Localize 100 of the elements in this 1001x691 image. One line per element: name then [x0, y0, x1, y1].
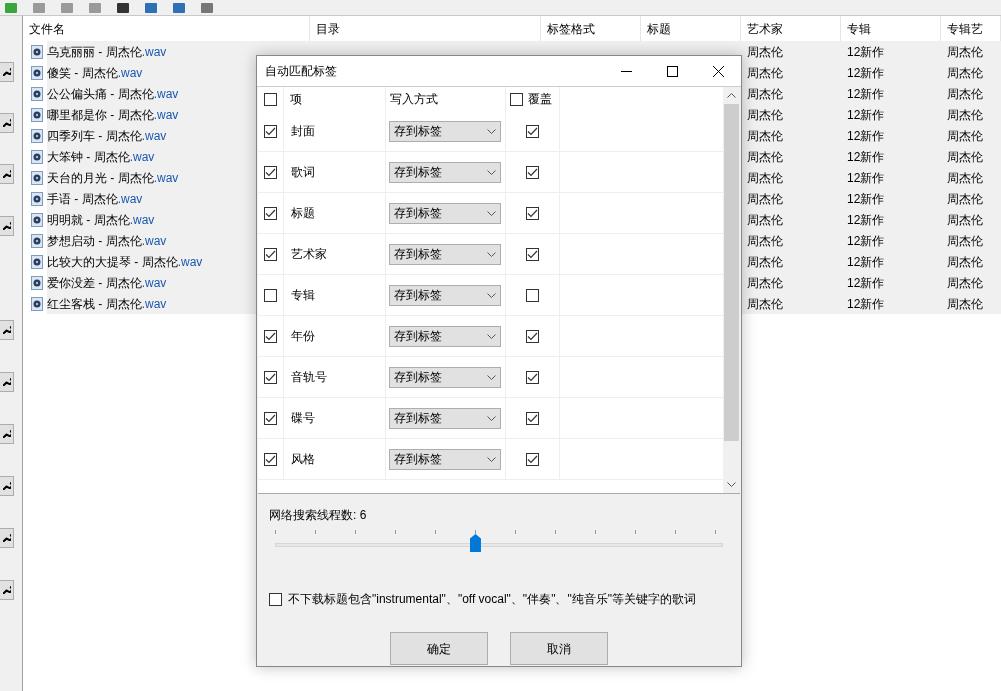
table-cell-text: 12新作: [847, 274, 885, 292]
write-mode-dropdown[interactable]: 存到标签: [389, 161, 501, 183]
wrench-button[interactable]: [0, 62, 14, 82]
table-cell-text: 周杰伦: [747, 43, 783, 61]
audio-file-icon: [31, 275, 43, 290]
wrench-button[interactable]: [0, 164, 14, 184]
checkbox[interactable]: [264, 288, 277, 302]
checkbox[interactable]: [526, 124, 539, 138]
table-cell-text: 周杰伦: [947, 127, 983, 145]
wrench-button[interactable]: [0, 113, 14, 133]
checkbox[interactable]: [264, 165, 277, 179]
wrench-icon: [3, 222, 11, 230]
checkbox[interactable]: [526, 329, 539, 343]
checkbox[interactable]: [264, 370, 277, 384]
caret-icon: [487, 456, 496, 462]
audio-file-icon: [31, 254, 43, 269]
audio-file-icon: [31, 65, 43, 80]
checkbox[interactable]: [264, 124, 277, 138]
table-cell-text: 12新作: [847, 148, 885, 166]
write-mode-dropdown[interactable]: 存到标签: [389, 366, 501, 388]
table-cell-text: 周杰伦: [747, 85, 783, 103]
checkbox[interactable]: [526, 165, 539, 179]
table-cell-text: 周杰伦: [747, 274, 783, 292]
caret-icon: [487, 292, 496, 298]
audio-file-icon: [31, 86, 43, 101]
table-cell-text: 12新作: [847, 211, 885, 229]
table-cell-text: 周杰伦: [947, 64, 983, 82]
close-icon: [712, 65, 724, 77]
checkbox[interactable]: [269, 592, 282, 606]
checkbox[interactable]: [264, 92, 277, 106]
checkbox[interactable]: [526, 206, 539, 220]
checkbox[interactable]: [264, 452, 277, 466]
checkbox[interactable]: [264, 206, 277, 220]
wrench-button[interactable]: [0, 528, 14, 548]
wrench-icon: [3, 119, 11, 127]
checkbox[interactable]: [264, 247, 277, 261]
table-cell-text: 12新作: [847, 106, 885, 124]
item-label: 风格: [291, 451, 315, 468]
caret-icon: [487, 169, 496, 175]
wrench-button[interactable]: [0, 216, 14, 236]
audio-file-icon: [31, 170, 43, 185]
table-cell-text: 周杰伦: [747, 169, 783, 187]
table-cell-text: 12新作: [847, 295, 885, 313]
table-cell-text: 周杰伦: [947, 106, 983, 124]
wrench-icon: [3, 378, 11, 386]
table-cell-text: 周杰伦: [947, 85, 983, 103]
checkbox[interactable]: [510, 92, 523, 106]
table-cell-text: 12新作: [847, 127, 885, 145]
caret-icon: [487, 333, 496, 339]
audio-file-icon: [31, 233, 43, 248]
scroll-up-icon: [727, 93, 736, 98]
write-mode-dropdown[interactable]: 存到标签: [389, 202, 501, 224]
checkbox[interactable]: [264, 411, 277, 425]
table-cell-text: 周杰伦: [947, 43, 983, 61]
table-cell-text: 周杰伦: [947, 211, 983, 229]
audio-file-icon: [31, 44, 43, 59]
write-mode-dropdown[interactable]: 存到标签: [389, 120, 501, 142]
table-cell-text: 周杰伦: [947, 148, 983, 166]
checkbox[interactable]: [526, 247, 539, 261]
column-header: 覆盖: [528, 91, 552, 108]
wrench-button[interactable]: [0, 320, 14, 340]
write-mode-dropdown[interactable]: 存到标签: [389, 325, 501, 347]
slider-thumb[interactable]: [469, 534, 481, 552]
caret-icon: [487, 374, 496, 380]
dialog-button[interactable]: 取消: [510, 632, 608, 665]
wrench-icon: [3, 586, 11, 594]
write-mode-dropdown[interactable]: 存到标签: [389, 284, 501, 306]
wrench-button[interactable]: [0, 424, 14, 444]
wrench-icon: [3, 326, 11, 334]
caret-icon: [487, 415, 496, 421]
wrench-button[interactable]: [0, 476, 14, 496]
audio-file-icon: [31, 296, 43, 311]
wrench-icon: [3, 534, 11, 542]
thread-count-label: 网络搜索线程数: 6: [269, 507, 368, 524]
checkbox[interactable]: [264, 329, 277, 343]
checkbox[interactable]: [526, 370, 539, 384]
wrench-button[interactable]: [0, 372, 14, 392]
scrollbar-thumb[interactable]: [724, 104, 739, 441]
scrollbar[interactable]: [723, 87, 740, 493]
table-cell-text: 12新作: [847, 43, 885, 61]
table-cell-text: 12新作: [847, 85, 885, 103]
table-cell-text: 周杰伦: [947, 232, 983, 250]
wrench-button[interactable]: [0, 580, 14, 600]
write-mode-dropdown[interactable]: 存到标签: [389, 243, 501, 265]
dialog-button[interactable]: 确定: [390, 632, 488, 665]
file-name[interactable]: 乌克丽丽 - 周杰伦.wav: [47, 41, 310, 62]
maximize-icon: [666, 65, 678, 77]
item-label: 碟号: [291, 410, 315, 427]
checkbox[interactable]: [526, 411, 539, 425]
table-cell-text: 12新作: [847, 190, 885, 208]
caret-icon: [487, 251, 496, 257]
table-cell-text: 周杰伦: [947, 295, 983, 313]
checkbox-label: 不下载标题包含"instrumental"、"off vocal"、"伴奏"、"纯音乐"等关键字的歌词: [288, 591, 696, 608]
table-cell-text: 周杰伦: [747, 295, 783, 313]
checkbox[interactable]: [526, 288, 539, 302]
wrench-icon: [3, 68, 11, 76]
write-mode-dropdown[interactable]: 存到标签: [389, 407, 501, 429]
write-mode-dropdown[interactable]: 存到标签: [389, 448, 501, 470]
checkbox[interactable]: [526, 452, 539, 466]
caret-icon: [487, 128, 496, 134]
